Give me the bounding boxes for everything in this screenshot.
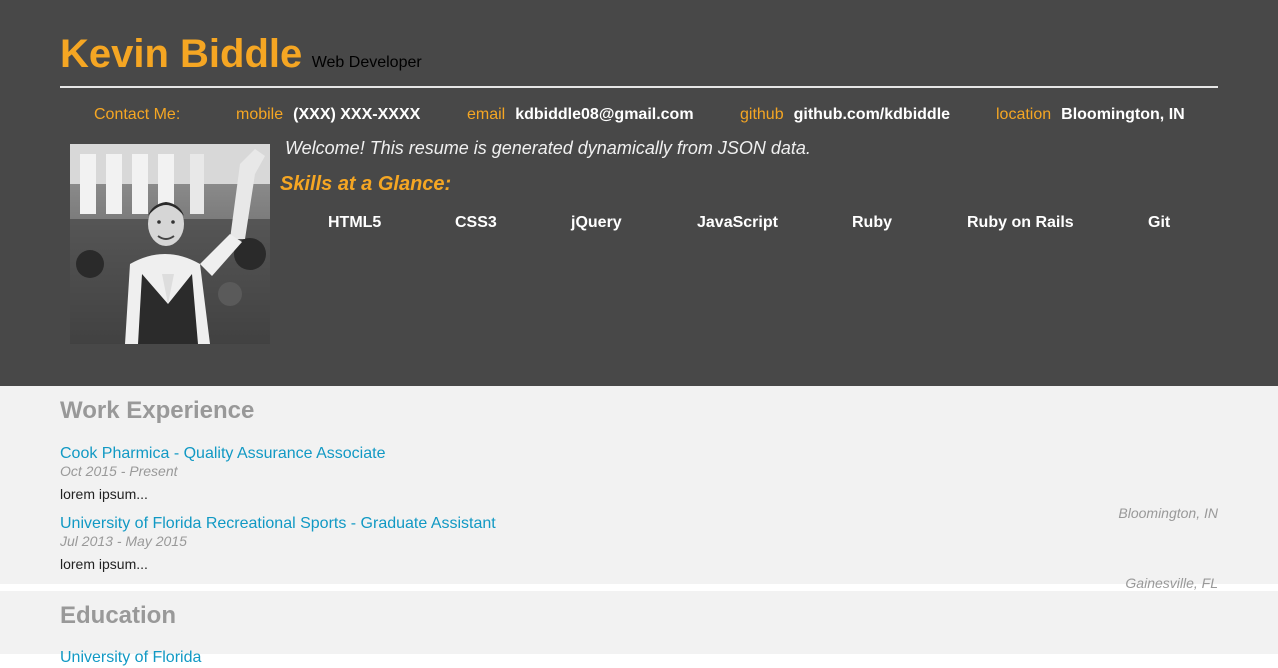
work-experience-section: Work Experience Cook Pharmica - Quality … xyxy=(0,386,1278,584)
header: Kevin Biddle Web Developer Contact Me: m… xyxy=(0,0,1278,386)
job-title-link[interactable]: Cook Pharmica - Quality Assurance Associ… xyxy=(60,444,385,464)
contact-location: location Bloomington, IN xyxy=(996,105,1185,125)
skill-item: jQuery xyxy=(571,214,622,231)
name-heading: Kevin Biddle xyxy=(60,32,303,76)
contact-github-label: github xyxy=(740,106,784,123)
job-location: Bloomington, IN xyxy=(1118,505,1218,521)
school-name-link[interactable]: University of Florida xyxy=(60,648,201,668)
skills-heading: Skills at a Glance: xyxy=(280,173,452,195)
contact-location-label: location xyxy=(996,106,1052,123)
job-description: lorem ipsum... xyxy=(60,486,148,502)
contact-mobile: mobile (XXX) XXX-XXXX xyxy=(236,105,420,125)
work-experience-heading: Work Experience xyxy=(60,397,255,424)
contact-github-value[interactable]: github.com/kdbiddle xyxy=(794,106,950,123)
skill-item: CSS3 xyxy=(455,214,497,231)
contact-github[interactable]: github github.com/kdbiddle xyxy=(740,105,950,125)
education-heading: Education xyxy=(60,602,177,629)
job-description: lorem ipsum... xyxy=(60,556,148,572)
job-location: Gainesville, FL xyxy=(1125,575,1218,591)
skill-item: Ruby on Rails xyxy=(967,214,1074,231)
contact-email-value[interactable]: kdbiddle08@gmail.com xyxy=(515,106,693,123)
job-dates: Oct 2015 - Present xyxy=(60,463,178,479)
skill-item: Git xyxy=(1148,214,1171,231)
contact-mobile-value: (XXX) XXX-XXXX xyxy=(293,106,421,123)
profile-photo-illustration xyxy=(70,144,270,344)
job-dates: Jul 2013 - May 2015 xyxy=(60,533,187,549)
profile-photo xyxy=(70,144,270,344)
contact-location-value: Bloomington, IN xyxy=(1061,106,1185,123)
skill-item: HTML5 xyxy=(328,214,382,231)
contact-heading-label: Contact Me: xyxy=(94,106,181,123)
contact-email[interactable]: email kdbiddle08@gmail.com xyxy=(467,105,694,125)
skill-item: Ruby xyxy=(852,214,892,231)
welcome-message: Welcome! This resume is generated dynami… xyxy=(285,138,811,158)
contact-heading: Contact Me: xyxy=(94,105,180,125)
role-label: Web Developer xyxy=(311,54,422,71)
name-row: Kevin Biddle Web Developer xyxy=(60,30,422,78)
job-title-link[interactable]: University of Florida Recreational Sport… xyxy=(60,514,496,534)
contact-mobile-label: mobile xyxy=(236,106,284,123)
skill-item: JavaScript xyxy=(697,214,778,231)
contact-email-label: email xyxy=(467,106,506,123)
header-divider xyxy=(60,86,1218,88)
education-section: Education University of Florida xyxy=(0,591,1278,666)
